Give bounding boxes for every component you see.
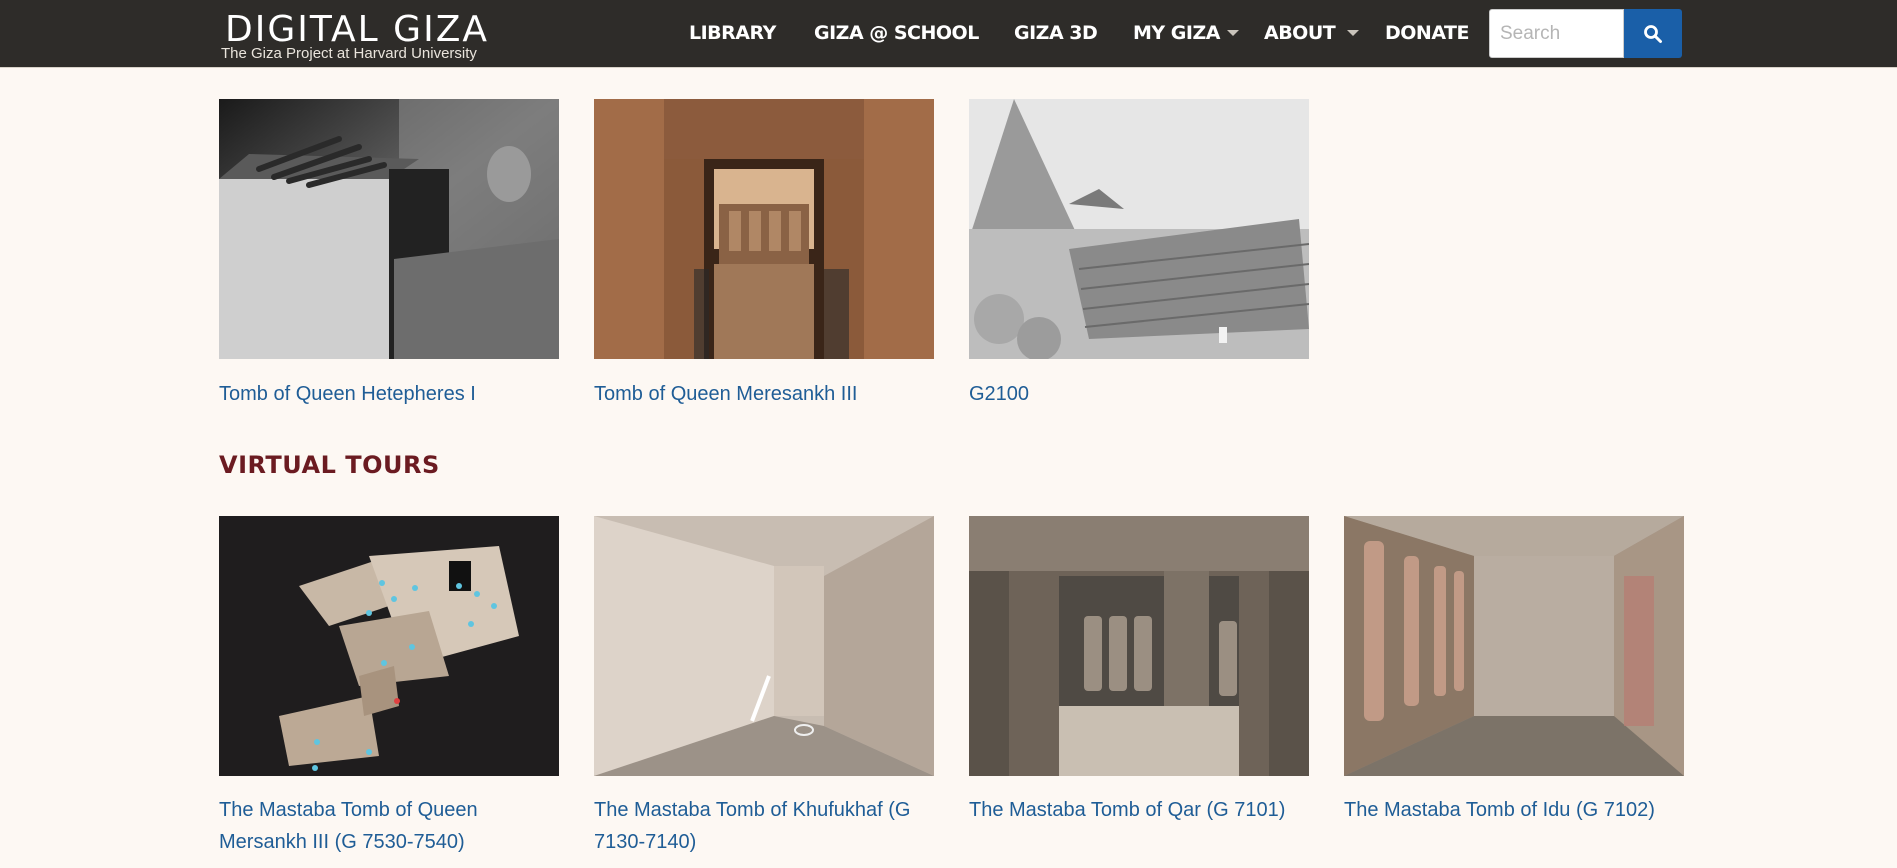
nav-about[interactable]: ABOUT [1264,20,1336,46]
tour-thumbnail-khufukhaf[interactable] [594,516,934,776]
search-button[interactable] [1624,9,1682,58]
tomb-thumbnail-meresankh[interactable] [594,99,934,359]
tour-title-qar[interactable]: The Mastaba Tomb of Qar (G 7101) [969,794,1319,826]
tomb-thumbnail-g2100[interactable] [969,99,1309,359]
nav-my-giza[interactable]: MY GIZA [1133,20,1220,46]
nav-giza-at-school[interactable]: GIZA @ SCHOOL [814,20,979,46]
nav-library[interactable]: LIBRARY [689,20,776,46]
nav-giza-3d[interactable]: GIZA 3D [1014,20,1098,46]
tour-thumbnail-idu[interactable] [1344,516,1684,776]
tour-thumbnail-mersankh[interactable] [219,516,559,776]
digital-giza-logo[interactable]: DIGITAL GIZA The Giza Project at Harvard… [219,10,509,64]
tour-title-idu[interactable]: The Mastaba Tomb of Idu (G 7102) [1344,794,1694,826]
tomb-thumbnail-hetepheres[interactable] [219,99,559,359]
logo-subtitle: The Giza Project at Harvard University [221,45,477,62]
tour-title-mersankh[interactable]: The Mastaba Tomb of Queen Mersankh III (… [219,794,569,858]
nav-donate[interactable]: DONATE [1385,20,1470,46]
tour-thumbnail-qar[interactable] [969,516,1309,776]
tomb-title-g2100[interactable]: G2100 [969,378,1319,410]
tomb-title-meresankh[interactable]: Tomb of Queen Meresankh III [594,378,944,410]
top-navbar: DIGITAL GIZA The Giza Project at Harvard… [0,0,1897,68]
search-icon [1644,24,1662,43]
chevron-down-icon[interactable] [1227,30,1239,36]
search-input[interactable] [1489,9,1624,58]
tour-title-khufukhaf[interactable]: The Mastaba Tomb of Khufukhaf (G 7130-71… [594,794,944,858]
tomb-title-hetepheres[interactable]: Tomb of Queen Hetepheres I [219,378,569,410]
chevron-down-icon[interactable] [1347,30,1359,36]
logo-title: DIGITAL GIZA [225,9,489,50]
virtual-tours-heading: VIRTUAL TOURS [219,451,440,479]
